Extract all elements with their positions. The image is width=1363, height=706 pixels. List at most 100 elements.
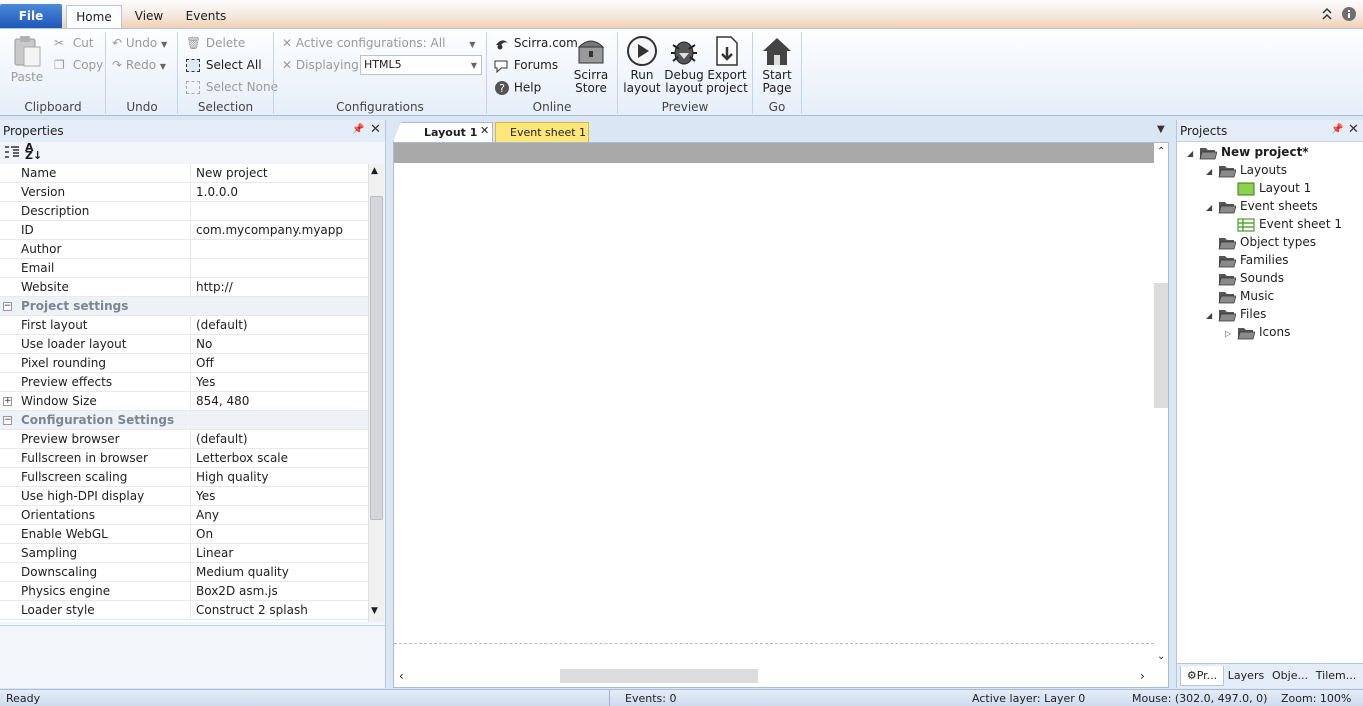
property-row[interactable]: Enable WebGL On bbox=[0, 525, 368, 544]
scirra-store-button[interactable]: Scirra Store bbox=[572, 35, 610, 95]
sort-categorized-icon[interactable] bbox=[4, 145, 20, 159]
scrollbar-thumb[interactable] bbox=[370, 196, 383, 520]
scroll-down-icon[interactable]: ▼ bbox=[371, 606, 378, 616]
property-value[interactable]: http:// bbox=[191, 278, 233, 296]
property-row[interactable]: Pixel rounding Off bbox=[0, 354, 368, 373]
canvas-vertical-scrollbar[interactable]: ⌃ ⌄ bbox=[1154, 143, 1168, 667]
delete-button[interactable]: 🗑 Delete bbox=[186, 36, 245, 50]
property-value[interactable]: High quality bbox=[191, 468, 268, 486]
tree-item[interactable]: Object types bbox=[1206, 233, 1316, 251]
property-row[interactable]: + Window Size 854, 480 bbox=[0, 392, 368, 411]
property-value[interactable]: New project bbox=[191, 164, 268, 182]
tree-item[interactable]: ◢ Files bbox=[1206, 305, 1266, 323]
bottom-tab-tilemap[interactable]: Tilem... bbox=[1314, 666, 1358, 686]
tab-list-dropdown-icon[interactable]: ▼ bbox=[1157, 124, 1165, 135]
property-row[interactable]: Orientations Any bbox=[0, 506, 368, 525]
scroll-down-icon[interactable]: ⌄ bbox=[1157, 651, 1165, 662]
property-value[interactable]: No bbox=[191, 335, 212, 353]
property-row[interactable]: Website http:// bbox=[0, 278, 368, 297]
property-value[interactable]: Any bbox=[191, 506, 219, 524]
forums-link[interactable]: Forums bbox=[494, 58, 558, 73]
tree-item[interactable]: Families bbox=[1206, 251, 1288, 269]
bottom-tab-projects[interactable]: ⚙Pr... bbox=[1180, 666, 1224, 686]
tree-item[interactable]: Layout 1 bbox=[1225, 179, 1311, 197]
tab-view[interactable]: View bbox=[124, 5, 174, 28]
layout-canvas[interactable]: ⌃ ⌄ ‹ › bbox=[393, 142, 1169, 688]
property-row[interactable]: Use high-DPI display Yes bbox=[0, 487, 368, 506]
scroll-up-icon[interactable]: ▲ bbox=[371, 166, 378, 176]
start-page-button[interactable]: Start Page bbox=[758, 35, 796, 95]
scirra-link[interactable]: Scirra.com bbox=[494, 36, 578, 51]
displaying-select[interactable]: HTML5 ▼ bbox=[360, 55, 482, 75]
property-value[interactable]: com.mycompany.myapp bbox=[191, 221, 343, 239]
redo-button[interactable]: ↷ Redo ▼ bbox=[112, 58, 166, 72]
expanded-arrow-icon[interactable]: ◢ bbox=[1206, 199, 1218, 217]
property-row[interactable]: Email bbox=[0, 259, 368, 278]
close-tab-icon[interactable]: ✕ bbox=[480, 124, 489, 137]
expand-icon[interactable]: + bbox=[3, 397, 12, 406]
property-row[interactable]: Downscaling Medium quality bbox=[0, 563, 368, 582]
property-value[interactable]: (default) bbox=[191, 430, 248, 448]
property-row[interactable]: Sampling Linear bbox=[0, 544, 368, 563]
property-value[interactable] bbox=[191, 240, 196, 258]
pin-icon[interactable]: 📌 bbox=[1331, 124, 1343, 135]
tree-item[interactable]: ◢ New project* bbox=[1187, 143, 1309, 161]
bottom-tab-layers[interactable]: Layers bbox=[1226, 666, 1266, 686]
property-value[interactable]: Box2D asm.js bbox=[191, 582, 278, 600]
info-icon[interactable] bbox=[1341, 6, 1357, 22]
property-value[interactable]: 1.0.0.0 bbox=[191, 183, 238, 201]
property-row[interactable]: Name New project bbox=[0, 164, 368, 183]
ribbon-minimize-icon[interactable] bbox=[1320, 7, 1334, 21]
copy-button[interactable]: ❐ Copy bbox=[54, 58, 103, 72]
property-row[interactable]: Loader style Construct 2 splash bbox=[0, 601, 368, 620]
property-value[interactable]: Yes bbox=[191, 373, 215, 391]
property-row[interactable]: Description bbox=[0, 202, 368, 221]
scroll-right-icon[interactable]: › bbox=[1140, 669, 1145, 683]
tab-home[interactable]: Home bbox=[66, 5, 122, 28]
property-value[interactable]: Medium quality bbox=[191, 563, 289, 581]
select-none-button[interactable]: Select None bbox=[186, 80, 278, 94]
run-layout-button[interactable]: Run layout bbox=[623, 35, 661, 95]
property-value[interactable]: (default) bbox=[191, 316, 248, 334]
tab-event-sheet-1[interactable]: Event sheet 1 bbox=[495, 122, 589, 142]
property-value[interactable]: Construct 2 splash bbox=[191, 601, 308, 619]
property-value[interactable]: Linear bbox=[191, 544, 233, 562]
property-value[interactable]: Letterbox scale bbox=[191, 449, 288, 467]
property-category[interactable]: − Configuration Settings bbox=[0, 411, 368, 430]
sort-alphabetical-icon[interactable]: A Z↓ bbox=[25, 142, 42, 161]
scrollbar-thumb[interactable] bbox=[1154, 283, 1168, 408]
file-menu-button[interactable]: File bbox=[0, 4, 62, 28]
scroll-left-icon[interactable]: ‹ bbox=[399, 669, 404, 683]
active-configurations-dropdown[interactable]: ✕ Active configurations: All ▼ bbox=[282, 36, 475, 50]
tab-layout-1[interactable]: Layout 1 ✕ bbox=[393, 122, 493, 142]
property-row[interactable]: Use loader layout No bbox=[0, 335, 368, 354]
property-row[interactable]: First layout (default) bbox=[0, 316, 368, 335]
debug-layout-button[interactable]: Debug layout bbox=[664, 35, 704, 95]
tree-item[interactable]: ◢ Layouts bbox=[1206, 161, 1287, 179]
tree-item[interactable]: Sounds bbox=[1206, 269, 1284, 287]
property-row[interactable]: Preview effects Yes bbox=[0, 373, 368, 392]
scroll-up-icon[interactable]: ⌃ bbox=[1157, 146, 1165, 157]
property-value[interactable] bbox=[191, 202, 196, 220]
property-value[interactable]: Yes bbox=[191, 487, 215, 505]
undo-button[interactable]: ↶ Undo ▼ bbox=[112, 36, 167, 50]
tree-item[interactable]: Music bbox=[1206, 287, 1274, 305]
property-row[interactable]: Fullscreen in browser Letterbox scale bbox=[0, 449, 368, 468]
tree-item[interactable]: ▷ Icons bbox=[1225, 323, 1290, 341]
cut-button[interactable]: ✂ Cut bbox=[54, 36, 94, 50]
property-value[interactable]: Off bbox=[191, 354, 214, 372]
tree-item[interactable]: Event sheet 1 bbox=[1225, 215, 1342, 233]
scrollbar-thumb[interactable] bbox=[560, 669, 758, 683]
bottom-tab-objects[interactable]: Obje... bbox=[1270, 666, 1310, 686]
collapse-icon[interactable]: − bbox=[3, 302, 12, 311]
expanded-arrow-icon[interactable]: ◢ bbox=[1206, 163, 1218, 181]
tree-item[interactable]: ◢ Event sheets bbox=[1206, 197, 1318, 215]
property-value[interactable]: On bbox=[191, 525, 213, 543]
property-row[interactable]: Preview browser (default) bbox=[0, 430, 368, 449]
property-row[interactable]: Physics engine Box2D asm.js bbox=[0, 582, 368, 601]
property-row[interactable]: Version 1.0.0.0 bbox=[0, 183, 368, 202]
property-grid-scrollbar[interactable]: ▲ ▼ bbox=[368, 164, 384, 622]
close-icon[interactable]: ✕ bbox=[1348, 122, 1359, 137]
collapse-icon[interactable]: − bbox=[3, 416, 12, 425]
canvas-horizontal-scrollbar[interactable]: ‹ › bbox=[394, 667, 1154, 687]
